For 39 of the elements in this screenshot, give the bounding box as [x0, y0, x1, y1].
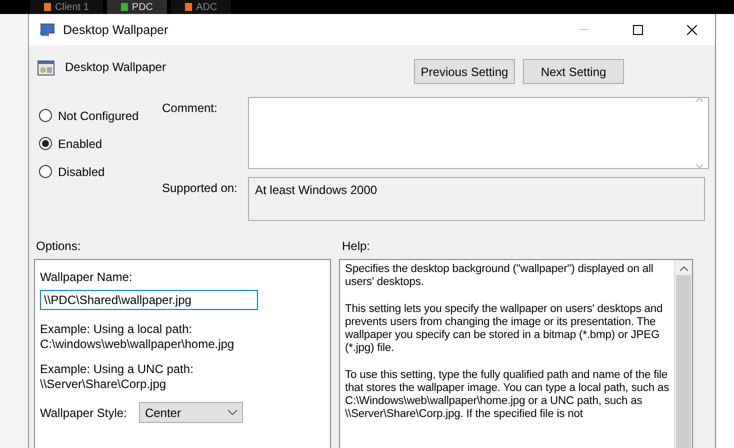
settings-page-icon	[37, 59, 55, 77]
wallpaper-name-label: Wallpaper Name:	[40, 270, 134, 284]
help-label: Help:	[342, 239, 370, 251]
nav-button[interactable]: Previous Setting	[414, 59, 515, 84]
help-paragraph: To use this setting, type the fully qualified path and name of the file that stores the wallpaper image. You can type a local path, such as C:\Windows\web\wallpaper\home.jpg or a UNC path, such as \\Server\Share\Corp.jpg. If the specified file is not	[345, 368, 670, 422]
session-tab[interactable]: ADC	[171, 0, 232, 14]
radio-dot[interactable]	[39, 109, 52, 122]
scrollbar[interactable]	[674, 260, 692, 448]
example-caption: Example: Using a UNC path:	[40, 362, 194, 377]
help-paragraph: This setting lets you specify the wallpaper on users' desktops and prevents users from changing the image or its presentation. The wallpaper you specify can be stored in a bitmap (*.bmp) or JPEG (*.jpg) file.	[345, 302, 664, 356]
scroll-up-icon	[680, 266, 688, 271]
comment-label: Comment:	[162, 100, 218, 117]
options-label: Options:	[36, 239, 82, 251]
state-radio[interactable]: Disabled	[39, 163, 162, 180]
close-icon[interactable]	[687, 24, 697, 34]
monitor-icon	[39, 22, 55, 38]
wallpaper-style-dropdown[interactable]: Center	[138, 402, 243, 423]
help-paragraph: Specifies the desktop background ("wallpaper") displayed on all users' desktops.	[345, 263, 654, 290]
state-radio[interactable]: Not Configured	[39, 107, 162, 124]
nav-button[interactable]: Next Setting	[523, 59, 624, 84]
maximize-icon[interactable]	[633, 24, 643, 34]
radio-dot[interactable]	[39, 137, 52, 150]
radio-dot[interactable]	[39, 165, 52, 178]
scroll-down-icon	[696, 164, 703, 168]
session-tab[interactable]: PDC	[106, 0, 168, 14]
chevron-down-icon	[228, 410, 237, 415]
wallpaper-name-field[interactable]: \\PDC\Shared\wallpaper.jpg	[40, 290, 258, 310]
wallpaper-style-label: Wallpaper Style:	[40, 406, 127, 420]
supported-on-label: Supported on:	[162, 180, 238, 197]
example-path: C:\windows\web\wallpaper\home.jpg	[40, 337, 236, 352]
scroll-up-icon	[696, 98, 703, 102]
comment-field[interactable]	[248, 97, 709, 169]
supported-on-value: At least Windows 2000	[248, 177, 705, 221]
session-tab[interactable]: Client 1	[30, 0, 103, 14]
example-path: \\Server\Share\Corp.jpg	[40, 377, 168, 392]
state-radio[interactable]: Enabled	[39, 135, 162, 152]
window-title: Desktop Wallpaper	[63, 22, 170, 36]
policy-title: Desktop Wallpaper	[65, 60, 167, 74]
example-caption: Example: Using a local path:	[40, 322, 194, 337]
